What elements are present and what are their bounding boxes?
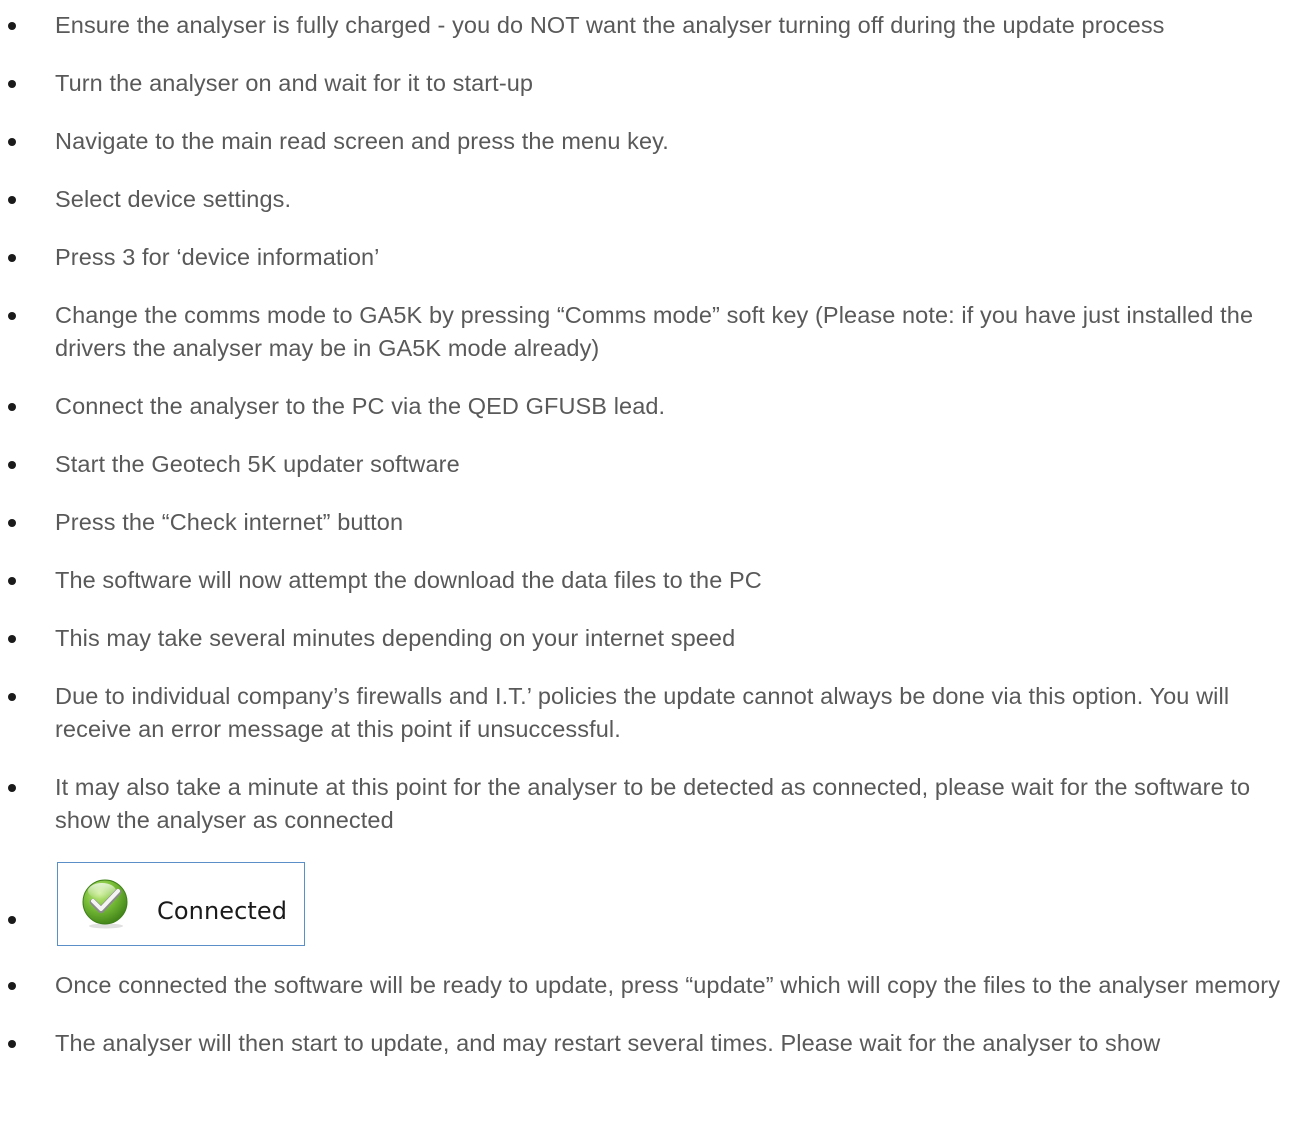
bullet-icon [8, 312, 16, 320]
step-text: Start the Geotech 5K updater software [55, 451, 460, 477]
list-item: Change the comms mode to GA5K by pressin… [0, 299, 1312, 365]
bullet-icon [8, 916, 16, 924]
step-text: Once connected the software will be read… [55, 972, 1281, 998]
update-steps-list: Ensure the analyser is fully charged - y… [0, 9, 1312, 1060]
list-item: Ensure the analyser is fully charged - y… [0, 9, 1312, 42]
bullet-icon [8, 1040, 16, 1048]
list-item: Press 3 for ‘device information’ [0, 241, 1312, 274]
instructions-document: Ensure the analyser is fully charged - y… [0, 0, 1312, 1085]
bullet-icon [8, 403, 16, 411]
bullet-icon [8, 254, 16, 262]
bullet-icon [8, 461, 16, 469]
step-text: Press 3 for ‘device information’ [55, 244, 380, 270]
bullet-icon [8, 138, 16, 146]
list-item: Select device settings. [0, 183, 1312, 216]
step-text: Due to individual company’s firewalls an… [55, 683, 1230, 742]
step-text: Navigate to the main read screen and pre… [55, 128, 669, 154]
bullet-icon [8, 519, 16, 527]
step-text: Press the “Check internet” button [55, 509, 404, 535]
list-item-status-image: Connected [0, 862, 1312, 948]
connected-label: Connected [157, 897, 288, 925]
bullet-icon [8, 693, 16, 701]
list-item: Navigate to the main read screen and pre… [0, 125, 1312, 158]
bullet-icon [8, 784, 16, 792]
step-text: This may take several minutes depending … [55, 625, 736, 651]
step-text: Ensure the analyser is fully charged - y… [55, 12, 1165, 38]
bullet-icon [8, 635, 16, 643]
connected-status-image: Connected [57, 862, 305, 946]
list-item: This may take several minutes depending … [0, 622, 1312, 655]
step-text: Select device settings. [55, 186, 292, 212]
list-item: Once connected the software will be read… [0, 969, 1312, 1002]
list-item: Turn the analyser on and wait for it to … [0, 67, 1312, 100]
list-item: The software will now attempt the downlo… [0, 564, 1312, 597]
bullet-icon [8, 196, 16, 204]
step-text: The software will now attempt the downlo… [55, 567, 762, 593]
step-text: Change the comms mode to GA5K by pressin… [55, 302, 1254, 361]
bullet-icon [8, 982, 16, 990]
step-text: The analyser will then start to update, … [55, 1030, 1161, 1056]
bullet-icon [8, 22, 16, 30]
list-item: It may also take a minute at this point … [0, 771, 1312, 837]
list-item: Connect the analyser to the PC via the Q… [0, 390, 1312, 423]
step-text: Connect the analyser to the PC via the Q… [55, 393, 666, 419]
green-check-icon [82, 879, 128, 929]
bullet-icon [8, 80, 16, 88]
list-item: The analyser will then start to update, … [0, 1027, 1312, 1060]
bullet-icon [8, 577, 16, 585]
list-item: Due to individual company’s firewalls an… [0, 680, 1312, 746]
step-text: It may also take a minute at this point … [55, 774, 1251, 833]
step-text: Turn the analyser on and wait for it to … [55, 70, 534, 96]
list-item: Start the Geotech 5K updater software [0, 448, 1312, 481]
list-item: Press the “Check internet” button [0, 506, 1312, 539]
